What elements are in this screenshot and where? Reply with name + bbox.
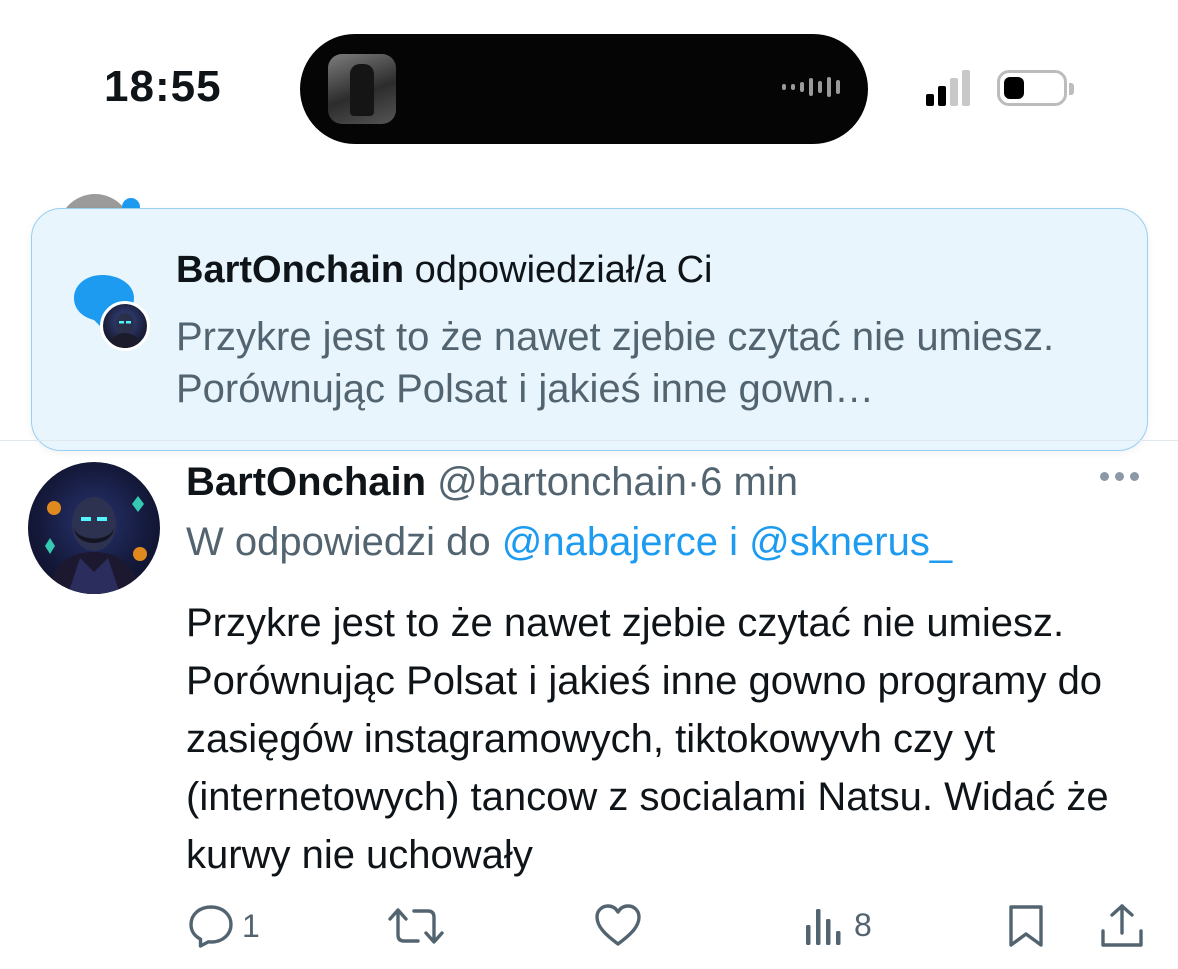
separator-dot: · xyxy=(686,460,701,504)
divider xyxy=(0,440,1178,441)
views-icon xyxy=(806,909,841,945)
notification-excerpt: Przykre jest to że nawet zjebie czytać n… xyxy=(176,315,1055,411)
notification-title: BartOnchain odpowiedział/a Ci xyxy=(176,249,712,292)
share-button[interactable] xyxy=(1098,903,1146,949)
bookmark-icon xyxy=(1009,905,1043,947)
more-icon[interactable] xyxy=(1100,472,1139,481)
notification-banner[interactable]: BartOnchain odpowiedział/a Ci Przykre je… xyxy=(31,208,1148,451)
author-avatar[interactable] xyxy=(28,462,160,594)
views-button[interactable]: 8 xyxy=(802,903,872,947)
dynamic-island[interactable] xyxy=(300,34,868,144)
audio-waveform-icon xyxy=(782,77,840,97)
retweet-icon xyxy=(388,908,444,944)
share-icon xyxy=(1101,904,1143,947)
tweet-header: BartOnchain @bartonchain·6 min xyxy=(186,460,798,505)
reply-count: 1 xyxy=(242,907,260,944)
reply-context: W odpowiedzi do @nabajerce i @sknerus_ xyxy=(186,520,952,565)
reply-button[interactable]: 1 xyxy=(188,903,260,949)
user-handle[interactable]: @bartonchain xyxy=(437,460,687,504)
display-name[interactable]: BartOnchain xyxy=(186,460,426,504)
views-count: 8 xyxy=(854,906,872,943)
like-button[interactable] xyxy=(594,903,642,947)
now-playing-thumbnail xyxy=(328,54,396,124)
mention-link-sknerus[interactable]: @sknerus_ xyxy=(749,520,952,564)
status-time: 18:55 xyxy=(104,62,222,111)
battery-icon xyxy=(997,70,1074,106)
mention-joiner: i xyxy=(729,520,739,564)
cellular-signal-icon xyxy=(926,70,970,106)
notification-action: odpowiedział/a Ci xyxy=(414,249,713,291)
retweet-button[interactable] xyxy=(388,903,444,949)
tweet-text: Przykre jest to że nawet zjebie czytać n… xyxy=(186,601,1109,877)
reply-icon xyxy=(189,905,233,948)
heart-icon xyxy=(595,904,641,946)
notification-avatar xyxy=(100,301,150,351)
reply-prefix: W odpowiedzi do xyxy=(186,520,491,564)
notification-author: BartOnchain xyxy=(176,249,405,291)
tweet-timestamp[interactable]: 6 min xyxy=(700,460,798,504)
bookmark-button[interactable] xyxy=(1004,903,1048,949)
mention-link-nabajerce[interactable]: @nabajerce xyxy=(502,520,718,564)
